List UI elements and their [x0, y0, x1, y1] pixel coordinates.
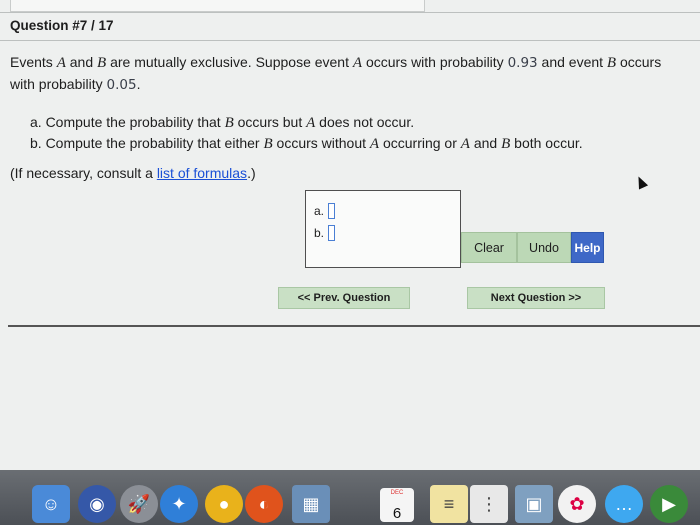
title-rule [0, 40, 700, 41]
formula-note: (If necessary, consult a list of formula… [10, 165, 256, 181]
probability-a: 0.93 [507, 55, 538, 71]
calendar-icon[interactable]: DEC 6 [380, 488, 414, 522]
question-parts: a. Compute the probability that B occurs… [30, 112, 670, 154]
firefox-icon[interactable]: ◐ [245, 485, 283, 523]
safari-icon[interactable]: ✦ [160, 485, 198, 523]
clear-button[interactable]: Clear [461, 232, 517, 263]
next-question-button[interactable]: Next Question >> [467, 287, 605, 309]
top-panel-edge [10, 0, 425, 12]
mouse-cursor-icon [633, 174, 649, 190]
notes-icon[interactable]: ≡ [430, 485, 468, 523]
reminders-icon[interactable]: ⋮ [470, 485, 508, 523]
question-prompt: Events A and B are mutually exclusive. S… [10, 54, 662, 93]
facetime-icon[interactable]: ▶ [650, 485, 688, 523]
siri-icon[interactable]: ◉ [78, 485, 116, 523]
finder-icon[interactable]: ☺ [32, 485, 70, 523]
part-a-text: a. Compute the probability that B occurs… [30, 114, 415, 131]
part-b-text: b. Compute the probability that either B… [30, 135, 583, 152]
answer-label-b: b. [314, 226, 325, 240]
formula-list-link[interactable]: list of formulas [157, 165, 247, 181]
launchpad-icon[interactable]: 🚀 [120, 485, 158, 523]
answer-label-a: a. [314, 204, 325, 218]
prev-question-button[interactable]: << Prev. Question [278, 287, 410, 309]
answer-row-a: a. [314, 203, 336, 219]
help-button[interactable]: Help [571, 232, 604, 263]
answer-box: a. b. [305, 190, 461, 268]
photos-icon[interactable]: ✿ [558, 485, 596, 523]
content-divider [8, 325, 700, 327]
answer-input-b[interactable] [328, 225, 336, 241]
maps-icon[interactable]: ▣ [515, 485, 553, 523]
preview-icon[interactable]: ▦ [292, 485, 330, 523]
probability-b: 0.05 [106, 77, 137, 93]
undo-button[interactable]: Undo [517, 232, 571, 263]
answer-row-b: b. [314, 225, 336, 241]
question-title: Question #7 / 17 [10, 18, 114, 33]
answer-input-a[interactable] [328, 203, 336, 219]
messages-icon[interactable]: … [605, 485, 643, 523]
header-rule [0, 12, 700, 13]
chrome-icon[interactable]: ● [205, 485, 243, 523]
